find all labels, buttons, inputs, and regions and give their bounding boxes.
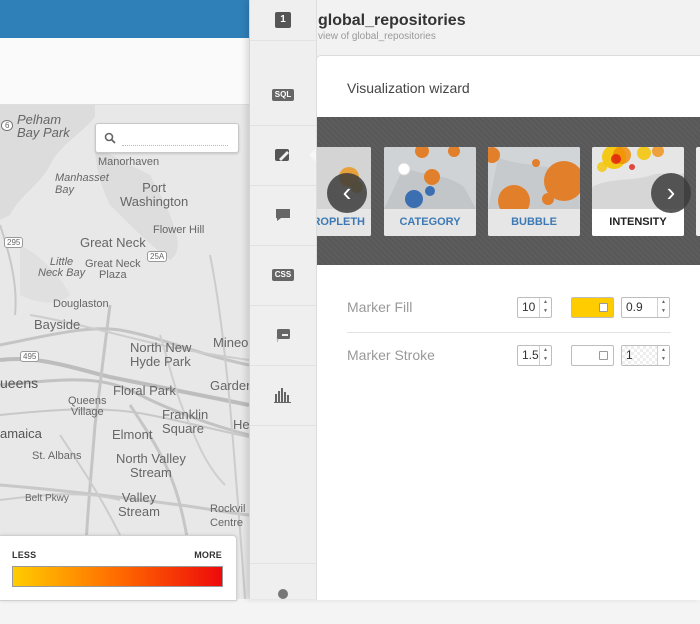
viz-card-label: INTENSITY <box>592 209 684 236</box>
marker-stroke-opacity-value: 1 <box>626 348 633 362</box>
map-search-box[interactable] <box>95 123 239 153</box>
wizard-content: Visualization wizard ROPLETH CATEGORY BU… <box>316 55 700 600</box>
viz-card-next[interactable] <box>696 147 700 236</box>
marker-stroke-width-stepper[interactable]: 1.5 ▲ ▼ <box>517 345 552 366</box>
css-icon: CSS <box>271 269 295 281</box>
bubble-thumbnail-art <box>488 147 580 209</box>
highway-shield-25a: 25A <box>147 251 168 262</box>
carousel-prev-button[interactable]: ‹ <box>327 173 367 213</box>
paintbrush-icon <box>275 149 289 161</box>
map-label-valley-stream: Valley Stream <box>118 490 160 519</box>
viz-card-bubble[interactable]: BUBBLE <box>488 147 580 236</box>
viz-card-label: CATEGORY <box>384 209 476 236</box>
legend-gradient-bar <box>12 566 223 587</box>
speech-bubble-icon <box>276 209 290 221</box>
stepper-arrows-icon[interactable]: ▲ ▼ <box>657 346 669 365</box>
legend-more-label: MORE <box>194 550 222 560</box>
map-label-north-new-hyde-park: North New Hyde Park <box>130 340 192 369</box>
marker-fill-color-picker[interactable] <box>571 297 614 318</box>
category-thumbnail-art <box>384 147 476 209</box>
map-label-queens: ueens <box>0 375 39 391</box>
chevron-left-icon: ‹ <box>342 177 352 207</box>
map-label-great-neck: Great Neck <box>80 235 146 250</box>
carousel-next-button[interactable]: › <box>651 173 691 213</box>
map-label-franklin-square: Franklin Square <box>162 407 209 436</box>
marker-fill-opacity-value: 0.9 <box>626 300 643 314</box>
bubble-thumbnail <box>488 147 580 209</box>
stepper-arrows-icon[interactable]: ▲ ▼ <box>539 298 551 317</box>
map-label-little-neck-bay: Little Neck Bay <box>38 256 86 279</box>
map-canvas[interactable]: Pelham Bay Park Manorhaven Manhasset Bay… <box>0 105 249 599</box>
map-label-floral-park: Floral Park <box>113 383 176 398</box>
legend-icon: ? <box>276 329 290 343</box>
marker-stroke-width-value: 1.5 <box>522 348 539 362</box>
marker-fill-opacity-stepper[interactable]: 0.9 ▲ ▼ <box>621 297 670 318</box>
map-label-north-valley-stream: North Valley Stream <box>116 451 186 480</box>
stepper-arrows-icon[interactable]: ▲ ▼ <box>657 298 669 317</box>
map-label-manorhaven: Manorhaven <box>98 156 160 168</box>
map-label-great-neck-plaza: Great Neck Plaza <box>85 258 141 281</box>
viz-card-label: ROPLETH <box>317 209 371 236</box>
layer-number-badge: 1 <box>275 12 291 28</box>
infowindow-tab[interactable] <box>250 185 316 246</box>
map-label-st-albans: St. Albans <box>32 450 82 462</box>
visualization-carousel: ROPLETH CATEGORY BUBBLE INTENSITY ‹ › <box>317 117 700 265</box>
dropdown-icon <box>599 303 608 312</box>
chevron-right-icon: › <box>666 177 676 207</box>
bottom-tool[interactable] <box>250 563 316 624</box>
map-label-port-washington: Port Washington <box>120 180 189 209</box>
map-label-he: He <box>233 417 249 432</box>
layer-panel: 1 SQL CSS ? global_repositories view of … <box>249 0 700 600</box>
marker-fill-width-value: 10 <box>522 300 536 314</box>
svg-text:?: ? <box>276 337 279 343</box>
marker-stroke-label: Marker Stroke <box>347 347 435 363</box>
map-label-bayside: Bayside <box>34 317 81 332</box>
marker-fill-row: Marker Fill 10 ▲ ▼ 0.9 ▲ ▼ <box>347 284 671 333</box>
map-label-manhasset-bay: Manhasset Bay <box>55 172 109 196</box>
map-label-belt-pkwy: Belt Pkwy <box>25 493 69 504</box>
highway-shield-295: 295 <box>4 237 24 248</box>
map-label-flower-hill: Flower Hill <box>153 224 205 236</box>
histogram-icon <box>274 388 291 403</box>
dropdown-icon <box>599 351 608 360</box>
map-label-rockville-centre: Rockvil Centre <box>210 503 246 529</box>
map-label-pelham-bay-park: Pelham Bay Park <box>17 112 70 140</box>
layer-toolbar: 1 SQL CSS ? <box>250 0 317 599</box>
marker-stroke-color-picker[interactable] <box>571 345 614 366</box>
sql-tab[interactable]: SQL <box>250 65 316 126</box>
layer-number-tab[interactable]: 1 <box>250 0 316 41</box>
map-label-queens-village: Queens Village <box>68 395 107 418</box>
search-input[interactable] <box>122 145 228 146</box>
legend-tab[interactable]: ? <box>250 305 316 366</box>
map-label-elmont: Elmont <box>112 427 153 442</box>
viz-card-category[interactable]: CATEGORY <box>384 147 476 236</box>
category-thumbnail <box>384 147 476 209</box>
filters-tab[interactable] <box>250 365 316 426</box>
layer-subtitle: view of global_repositories <box>318 31 436 42</box>
map-legend: LESS MORE <box>0 535 237 601</box>
sql-icon: SQL <box>271 89 295 101</box>
search-icon <box>104 132 116 144</box>
css-tab[interactable]: CSS <box>250 245 316 306</box>
highway-shield-495: 495 <box>20 351 40 362</box>
map-label-douglaston: Douglaston <box>53 298 109 310</box>
wizard-title: Visualization wizard <box>347 80 470 96</box>
map-header-bar <box>0 0 249 38</box>
map-subheader <box>0 38 249 105</box>
wizard-tab[interactable] <box>250 125 317 186</box>
viz-card-label: BUBBLE <box>488 209 580 236</box>
map-label-garden: Garden <box>210 378 249 393</box>
stepper-arrows-icon[interactable]: ▲ ▼ <box>539 346 551 365</box>
marker-stroke-row: Marker Stroke 1.5 ▲ ▼ 1 ▲ ▼ <box>347 332 671 380</box>
map-label-jamaica: amaica <box>0 426 42 441</box>
marker-fill-label: Marker Fill <box>347 299 413 315</box>
marker-stroke-opacity-stepper[interactable]: 1 ▲ ▼ <box>621 345 670 366</box>
info-icon <box>278 589 288 599</box>
map-label-mineola: Mineol <box>213 335 249 350</box>
marker-fill-width-stepper[interactable]: 10 ▲ ▼ <box>517 297 552 318</box>
legend-less-label: LESS <box>12 550 37 560</box>
layer-title[interactable]: global_repositories <box>318 12 466 30</box>
